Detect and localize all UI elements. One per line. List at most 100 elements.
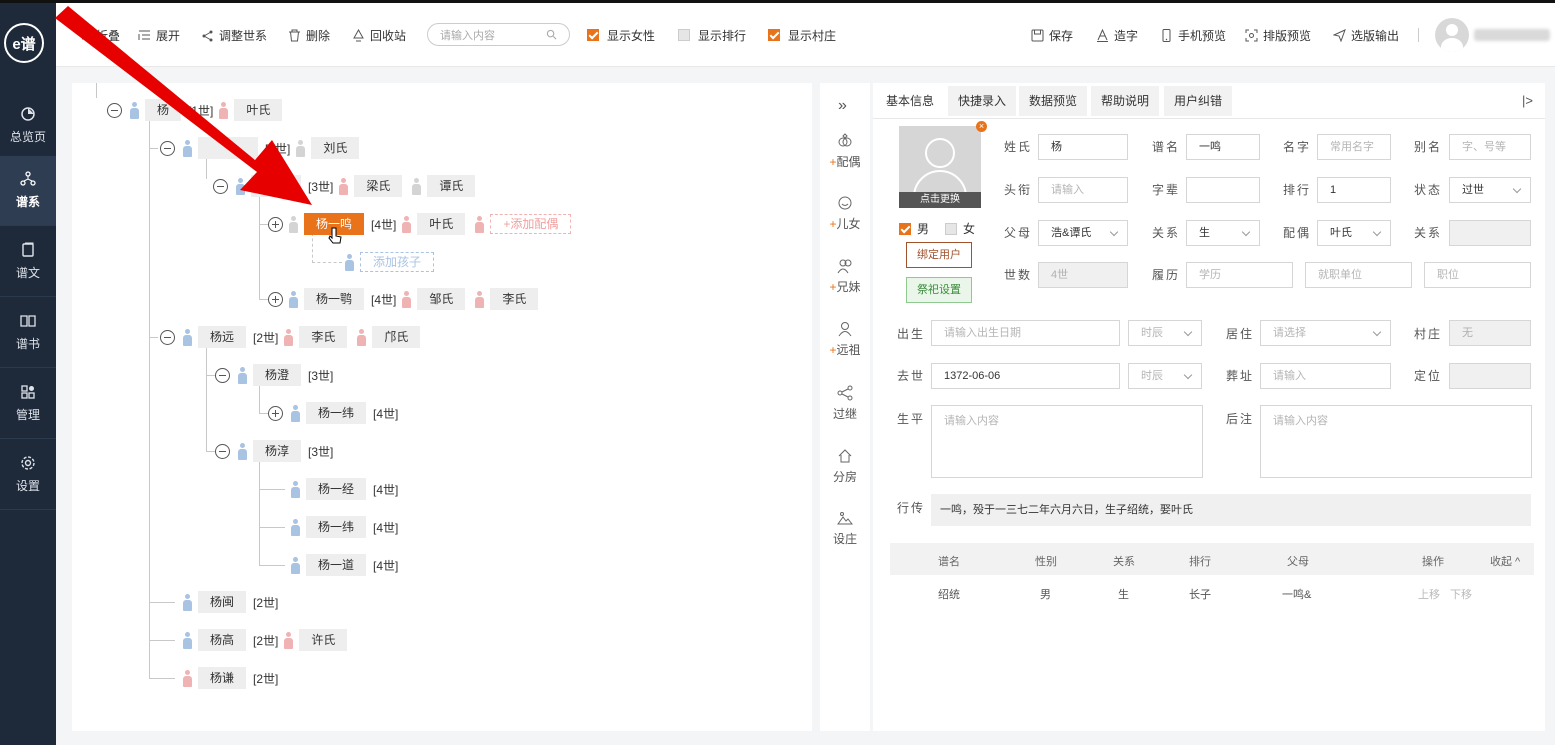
collapse-toggle[interactable] [160,141,175,156]
add-child-button[interactable]: 添加孩子 [360,252,435,272]
generation-field[interactable]: 4世 [1038,262,1128,288]
delete-button[interactable]: 删除 [288,27,330,43]
zibei-field[interactable] [1186,177,1260,203]
bio-text[interactable]: 一鸣，殁于一三七二年六月六日，生子绍统，娶叶氏 [931,494,1531,526]
spouse-relation-field[interactable] [1449,220,1531,246]
tab-help[interactable]: 帮助说明 [1091,86,1160,116]
tab-basic-info[interactable]: 基本信息 [876,86,945,116]
relation-select[interactable]: 生 [1186,220,1260,246]
add-spouse-button[interactable]: +添加配偶 [490,214,572,234]
save-button[interactable]: 保存 [1031,27,1073,43]
person-name[interactable]: 杨 [145,99,182,121]
note-textarea[interactable]: 请输入内容 [1260,405,1532,478]
residence-select[interactable]: 请选择 [1260,320,1391,346]
tab-quick-entry[interactable]: 快捷录入 [948,86,1017,116]
spouse-name[interactable]: 叶氏 [234,99,283,121]
add-spouse-tool[interactable]: +配偶 [820,133,870,170]
gender-female-checkbox[interactable] [945,222,958,235]
person-name[interactable]: 杨一道 [306,554,367,576]
status-select[interactable]: 过世 [1449,177,1531,203]
gender-male-checkbox[interactable] [899,222,911,235]
add-siblings-tool[interactable]: +兄妹 [820,258,870,295]
collapse-toggle[interactable] [215,368,230,383]
title-field[interactable]: 请输入 [1038,177,1128,203]
mobile-preview-button[interactable]: 手机预览 [1160,27,1226,43]
collapse-table-toggle[interactable]: 收起 ^ [1490,553,1520,569]
burial-field[interactable]: 请输入 [1260,363,1391,389]
move-up-button[interactable]: 上移 [1418,586,1440,602]
remove-photo-icon[interactable]: × [976,121,987,132]
add-ancestor-tool[interactable]: +远祖 [820,321,870,358]
profile-photo[interactable]: 点击更换 [899,126,981,208]
sidebar-item-lineage[interactable]: 谱系 [0,156,56,226]
show-female-checkbox[interactable] [587,29,599,41]
spouse-select[interactable]: 叶氏 [1317,220,1391,246]
collapse-panel-icon[interactable]: » [838,97,847,115]
locate-field[interactable] [1449,363,1531,389]
spouse-name[interactable]: 许氏 [299,629,348,651]
surname-field[interactable]: 杨 [1038,134,1128,160]
collapse-toggle[interactable] [160,330,175,345]
child-name[interactable]: 绍统 [938,586,960,602]
person-name[interactable]: 杨一纬 [306,402,367,424]
adjust-lineage-button[interactable]: 调整世系 [201,27,267,43]
education-field[interactable]: 学历 [1186,262,1293,288]
spouse-name[interactable]: 梁氏 [354,175,403,197]
collapse-button[interactable]: 折叠 [78,27,120,43]
show-rank-checkbox[interactable] [678,29,690,41]
employer-field[interactable]: 就职单位 [1305,262,1412,288]
life-textarea[interactable]: 请输入内容 [931,405,1203,478]
spouse-name[interactable]: 邹氏 [417,288,466,310]
branch-house-tool[interactable]: 分房 [820,448,870,485]
add-children-tool[interactable]: +儿女 [820,195,870,232]
collapse-toggle[interactable] [215,444,230,459]
expand-toggle[interactable] [268,406,283,421]
search-icon[interactable] [546,29,557,40]
tab-data-preview[interactable]: 数据预览 [1019,86,1088,116]
spouse-name[interactable]: 刘氏 [311,137,360,159]
spouse-name[interactable]: 李氏 [490,288,539,310]
spouse-name[interactable]: 谭氏 [427,175,476,197]
sidebar-item-book[interactable]: 谱书 [0,298,56,368]
death-date-field[interactable]: 1372-06-06 [931,363,1120,389]
adoption-tool[interactable]: 过继 [820,385,870,422]
death-hour-select[interactable]: 时辰 [1128,363,1202,389]
search-input[interactable]: 请输入内容 [427,23,570,46]
move-down-button[interactable]: 下移 [1450,586,1472,602]
spouse-name[interactable]: 叶氏 [417,213,466,235]
village-field[interactable]: 无 [1449,320,1531,346]
person-name[interactable]: 杨一纬 [306,516,367,538]
person-name[interactable]: 杨远 [198,326,247,348]
person-name[interactable]: 杨淳 [253,440,302,462]
change-photo-label[interactable]: 点击更换 [899,192,981,208]
user-avatar[interactable] [1435,18,1469,52]
alias-field[interactable]: 字、号等 [1449,134,1531,160]
sidebar-item-texts[interactable]: 谱文 [0,227,56,297]
make-char-button[interactable]: 造字 [1096,27,1138,43]
tab-user-feedback[interactable]: 用户纠错 [1164,86,1233,116]
show-village-toggle[interactable]: 显示村庄 [768,27,836,43]
show-female-toggle[interactable]: 显示女性 [587,27,655,43]
collapse-right-icon[interactable]: |> [1522,93,1533,108]
rank-field[interactable]: 1 [1317,177,1391,203]
person-name[interactable]: 杨澄 [253,364,302,386]
person-name[interactable]: 杨闽 [198,591,247,613]
expand-toggle[interactable] [268,292,283,307]
layout-preview-button[interactable]: 排版预览 [1245,27,1311,43]
recycle-bin-button[interactable]: 回收站 [352,27,406,43]
user-phone[interactable]: 13672456185 [1474,29,1550,41]
position-field[interactable]: 职位 [1424,262,1531,288]
bind-user-button[interactable]: 绑定用户 [906,242,972,268]
collapse-toggle[interactable] [213,179,228,194]
show-village-checkbox[interactable] [768,29,780,41]
sacrifice-settings-button[interactable]: 祭祀设置 [906,277,972,303]
person-name[interactable] [251,175,301,197]
show-rank-toggle[interactable]: 显示排行 [678,27,746,43]
sidebar-item-manage[interactable]: 管理 [0,369,56,439]
sidebar-item-settings[interactable]: 设置 [0,440,56,510]
person-name[interactable]: 杨一经 [306,478,367,500]
expand-button[interactable]: 展开 [138,27,180,43]
person-name[interactable]: 杨谦 [198,667,247,689]
export-button[interactable]: 选版输出 [1333,27,1399,43]
app-logo[interactable]: e谱 [4,23,44,63]
